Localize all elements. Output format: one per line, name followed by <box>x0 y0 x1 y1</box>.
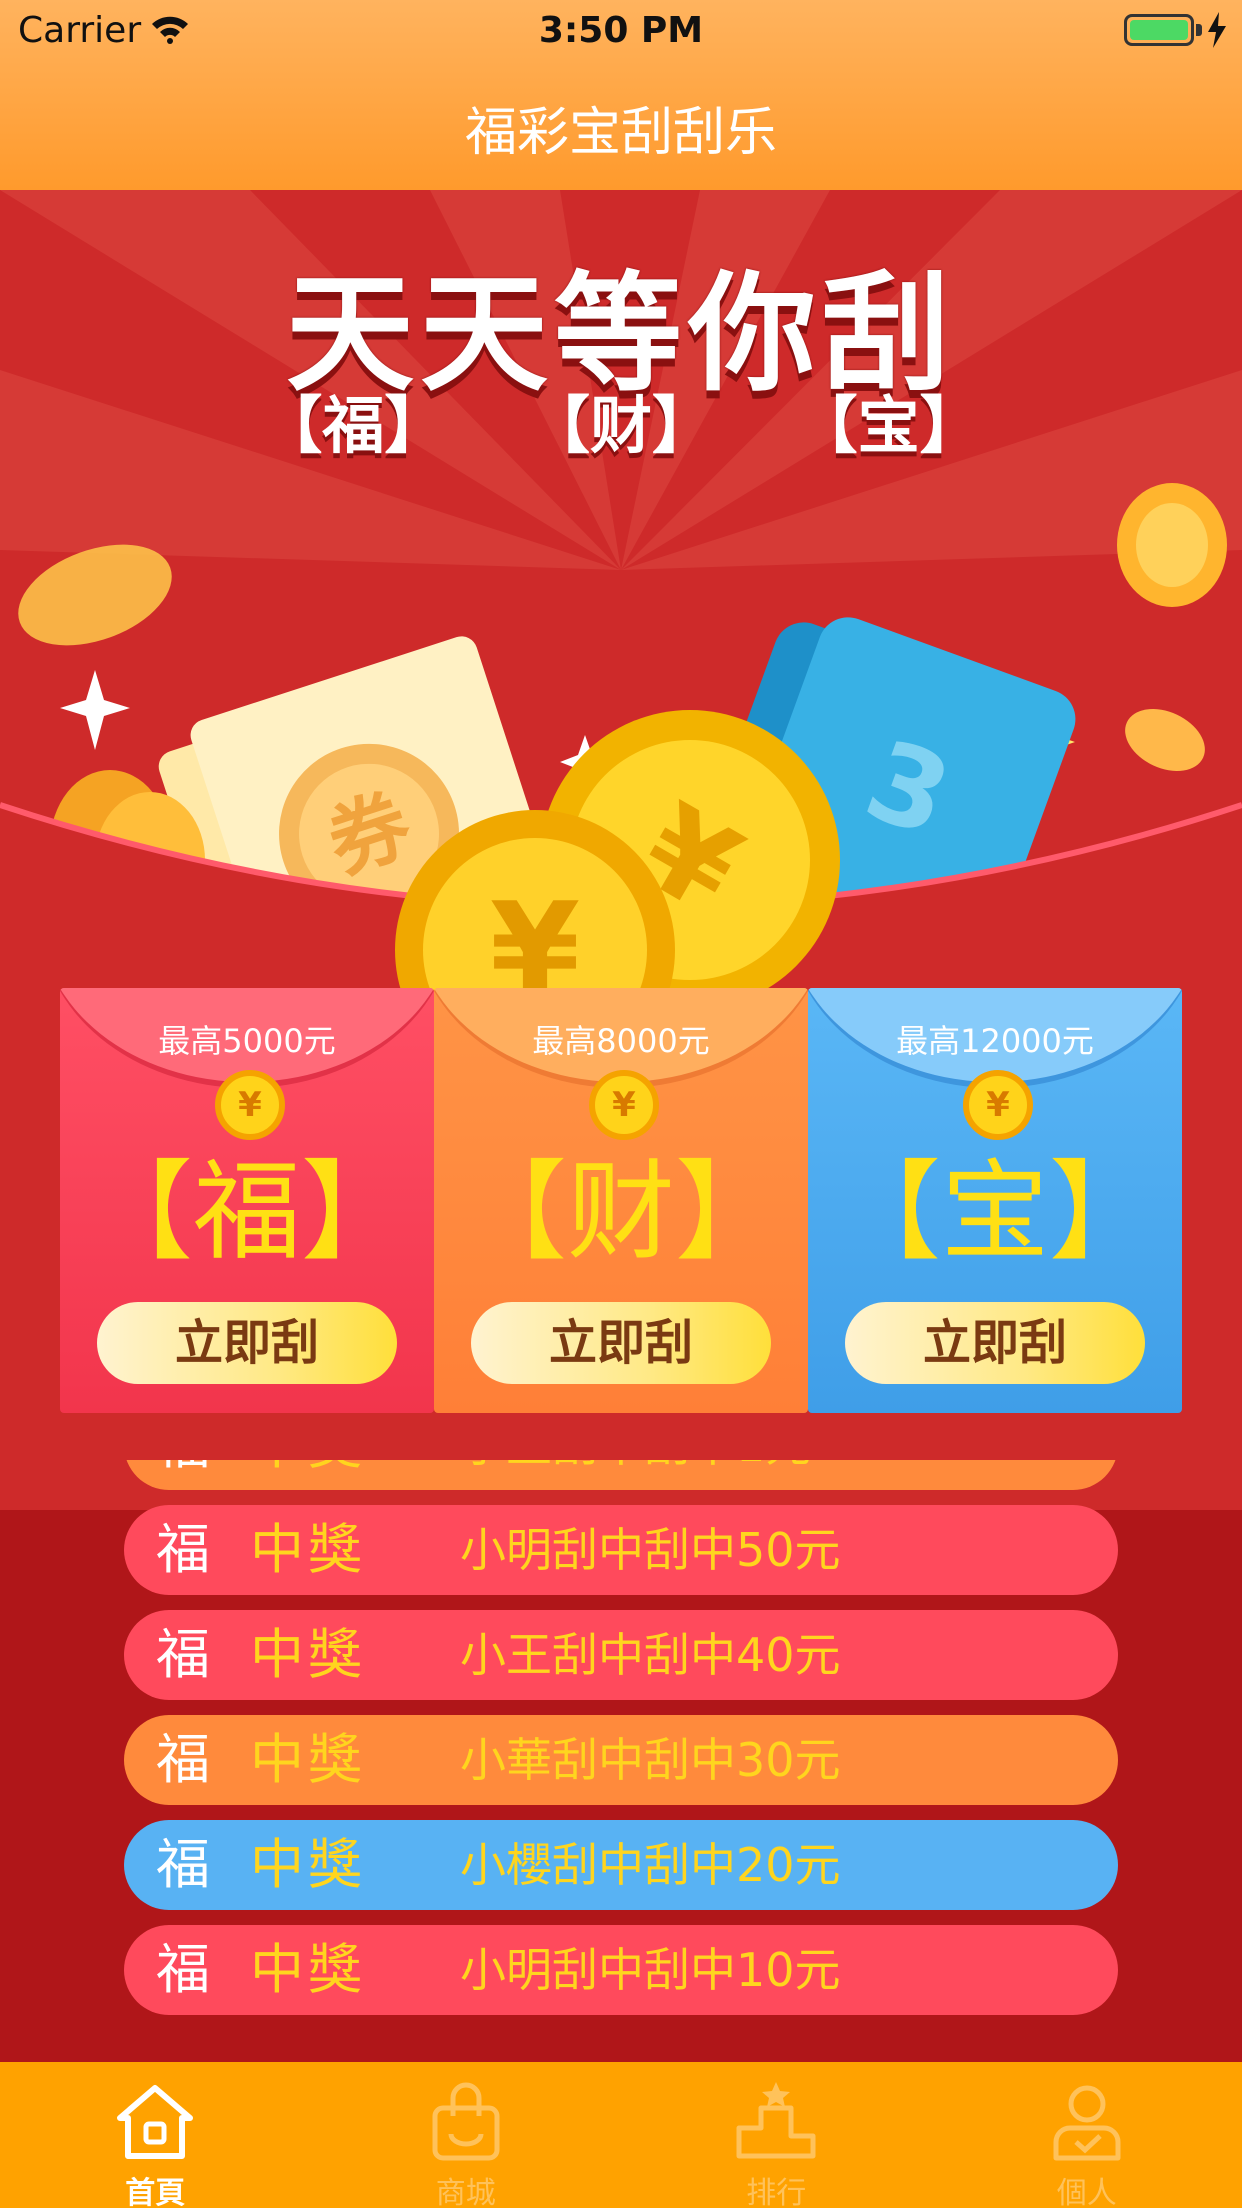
scratch-now-button[interactable]: 立即刮 <box>845 1302 1145 1384</box>
yuan-coin-icon: ¥ <box>589 1070 659 1140</box>
scratch-card-fu[interactable]: 最高5000元 ¥ 【福】 立即刮 <box>60 988 434 1413</box>
winner-row: 福 中獎 小王刮中刮中40元 <box>124 1610 1118 1700</box>
tab-label: 排行 <box>746 2176 807 2208</box>
tab-label: 商城 <box>435 2176 496 2208</box>
card-max-prize: 最高5000元 <box>158 1022 336 1060</box>
scratch-now-button[interactable]: 立即刮 <box>471 1302 771 1384</box>
winner-row: 福 中獎 小櫻刮中刮中20元 <box>124 1820 1118 1910</box>
top-bar: Carrier 3:50 PM 福彩宝刮刮乐 <box>0 0 1242 190</box>
tab-bar: 首頁 商城 排行 個人 <box>0 2062 1242 2208</box>
winner-row: 福 中獎 小明刮中刮中50元 <box>124 1505 1118 1595</box>
scratch-now-button[interactable]: 立即刮 <box>97 1302 397 1384</box>
promo-banner: 天天等你刮 【福】 【财】 【宝】 券 3 ¥ ¥ 最高5000元 ¥ 【福】 … <box>0 190 1242 1510</box>
scratch-card-bao[interactable]: 最高12000元 ¥ 【宝】 立即刮 <box>808 988 1182 1413</box>
winner-row: 福 中獎 小明刮中刮中10元 <box>124 1925 1118 2015</box>
tab-shop[interactable]: 商城 <box>311 2062 622 2208</box>
tab-home[interactable]: 首頁 <box>0 2062 311 2208</box>
clock: 3:50 PM <box>538 10 704 51</box>
status-bar: Carrier 3:50 PM <box>0 0 1242 60</box>
battery-icon <box>1124 14 1194 46</box>
yuan-coin-icon: ¥ <box>963 1070 1033 1140</box>
card-max-prize: 最高12000元 <box>896 1022 1094 1060</box>
tab-ranking[interactable]: 排行 <box>621 2062 932 2208</box>
winner-ticker: 福 中獎 小王刮中刮中1元 福 中獎 小明刮中刮中50元 福 中獎 小王刮中刮中… <box>124 1460 1118 2060</box>
charging-icon <box>1208 12 1226 48</box>
yuan-coin-icon: ¥ <box>215 1070 285 1140</box>
ranking-podium-icon <box>736 2082 816 2159</box>
card-max-prize: 最高8000元 <box>532 1022 710 1060</box>
home-icon <box>117 2085 194 2159</box>
shop-bag-icon <box>432 2082 500 2161</box>
card-name: 【福】 <box>84 1150 409 1275</box>
profile-icon <box>1053 2085 1121 2161</box>
card-name: 【财】 <box>458 1150 783 1275</box>
scratch-card-list: 最高5000元 ¥ 【福】 立即刮 最高8000元 ¥ 【财】 立即刮 最高12… <box>60 988 1182 1413</box>
winner-row: 福 中獎 小華刮中刮中30元 <box>124 1715 1118 1805</box>
card-name: 【宝】 <box>832 1150 1157 1275</box>
scratch-card-cai[interactable]: 最高8000元 ¥ 【财】 立即刮 <box>434 988 808 1413</box>
tab-label: 個人 <box>1056 2176 1117 2208</box>
page-title: 福彩宝刮刮乐 <box>464 103 777 163</box>
winner-row: 福 中獎 小王刮中刮中1元 <box>124 1460 1118 1490</box>
tab-profile[interactable]: 個人 <box>932 2062 1242 2208</box>
tab-label: 首頁 <box>125 2176 186 2208</box>
